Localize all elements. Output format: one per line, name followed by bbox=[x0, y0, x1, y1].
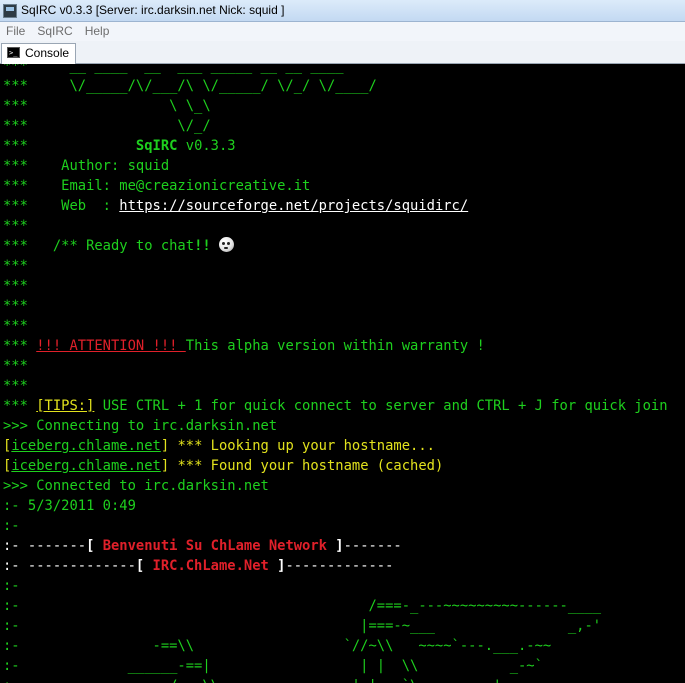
console-text: iceberg.chlame.net bbox=[11, 458, 161, 474]
console-line: *** [TIPS:] USE CTRL + 1 for quick conne… bbox=[3, 396, 668, 416]
console-text: *** bbox=[3, 378, 28, 394]
console-text: ] bbox=[335, 538, 344, 554]
menu-bar: File SqIRC Help bbox=[0, 22, 685, 41]
console-text: *** /** Ready to chat bbox=[3, 238, 195, 254]
console-text: :- 5/3/2011 0:49 bbox=[3, 498, 136, 514]
console-output[interactable]: *** __ ____ '__ ___ _____ __ __ ____ ***… bbox=[0, 64, 685, 683]
console-line: :- bbox=[3, 516, 668, 536]
console-line: :- -------------[ IRC.ChLame.Net ]------… bbox=[3, 556, 668, 576]
console-line: *** bbox=[3, 256, 668, 276]
smiley-icon bbox=[219, 237, 234, 252]
console-text: ] *** Found your hostname (cached) bbox=[160, 458, 444, 474]
console-text: This alpha version within warranty ! bbox=[185, 338, 485, 354]
tab-bar: Console bbox=[0, 41, 685, 64]
console-text: !! bbox=[194, 238, 211, 254]
console-text: USE CTRL + 1 for quick connect to server… bbox=[94, 398, 668, 414]
console-text: :- /===-_---~~~~~~~~~------____ bbox=[3, 598, 602, 614]
console-text: :- |===-~___ _,-' bbox=[3, 618, 602, 634]
console-text: :- -==\\ `//~\\ ~~~~`---.___.-~~ bbox=[3, 638, 552, 654]
console-text: ------------- bbox=[285, 558, 394, 574]
console-text: *** bbox=[3, 218, 28, 234]
console-line: *** bbox=[3, 356, 668, 376]
tab-console-label: Console bbox=[25, 46, 70, 60]
console-line: >>> Connecting to irc.darksin.net bbox=[3, 416, 668, 436]
console-text: *** bbox=[3, 338, 37, 354]
console-text: >>> Connecting to irc.darksin.net bbox=[3, 418, 278, 434]
console-text: *** Email: me@creazionicreative.it bbox=[3, 178, 311, 194]
window-title: SqIRC v0.3.3 [Server: irc.darksin.net Ni… bbox=[21, 3, 285, 17]
console-line: *** \ \_\ bbox=[3, 96, 668, 116]
console-text: !!! ATTENTION !!! bbox=[36, 338, 186, 354]
console-line: :- __--~~~ ,-/-==\\ | | `\ ,' bbox=[3, 676, 668, 683]
console-lines: *** __ ____ '__ ___ _____ __ __ ____ ***… bbox=[3, 64, 668, 683]
console-line: :- |===-~___ _,-' bbox=[3, 616, 668, 636]
console-text: *** bbox=[3, 358, 28, 374]
console-line: :- /===-_---~~~~~~~~~------____ bbox=[3, 596, 668, 616]
console-line: *** bbox=[3, 296, 668, 316]
console-line: *** !!! ATTENTION !!! This alpha version… bbox=[3, 336, 668, 356]
console-text: :- ------- bbox=[3, 538, 87, 554]
console-text: ] *** Looking up your hostname... bbox=[160, 438, 435, 454]
console-text: SqIRC bbox=[135, 138, 178, 154]
console-text: Benvenuti Su ChLame Network bbox=[94, 538, 336, 554]
console-line: >>> Connected to irc.darksin.net bbox=[3, 476, 668, 496]
web-link[interactable]: https://sourceforge.net/projects/squidir… bbox=[119, 198, 468, 214]
menu-file[interactable]: File bbox=[0, 22, 31, 41]
console-line: *** bbox=[3, 376, 668, 396]
console-line: *** Email: me@creazionicreative.it bbox=[3, 176, 668, 196]
console-line: :- ______-==| | | \\ _-~` bbox=[3, 656, 668, 676]
console-text: *** \ \_\ bbox=[3, 98, 211, 114]
tab-console[interactable]: Console bbox=[1, 43, 77, 64]
console-text: *** __ ____ '__ ___ _____ __ __ ____ bbox=[3, 64, 361, 74]
console-line: :- -------[ Benvenuti Su ChLame Network … bbox=[3, 536, 668, 556]
console-text: ------- bbox=[343, 538, 402, 554]
console-line: *** bbox=[3, 276, 668, 296]
console-text: iceberg.chlame.net bbox=[11, 438, 161, 454]
console-text: IRC.ChLame.Net bbox=[144, 558, 278, 574]
console-line: *** Author: squid bbox=[3, 156, 668, 176]
title-bar[interactable]: SqIRC v0.3.3 [Server: irc.darksin.net Ni… bbox=[0, 0, 685, 22]
console-text: *** \/_/ bbox=[3, 118, 211, 134]
console-text: *** Web : bbox=[3, 198, 120, 214]
console-text: *** bbox=[3, 258, 28, 274]
console-text: *** bbox=[3, 318, 28, 334]
console-text: [TIPS:] bbox=[36, 398, 95, 414]
console-line: *** SqIRC v0.3.3 bbox=[3, 136, 668, 156]
console-text: [ bbox=[135, 558, 145, 574]
console-text: :- bbox=[3, 578, 20, 594]
menu-help[interactable]: Help bbox=[79, 22, 116, 41]
console-text: *** bbox=[3, 138, 136, 154]
console-text: *** bbox=[3, 398, 37, 414]
menu-sqirc[interactable]: SqIRC bbox=[31, 22, 78, 41]
console-text: *** bbox=[3, 298, 28, 314]
console-icon bbox=[7, 44, 20, 63]
console-text: *** bbox=[3, 278, 28, 294]
console-text: *** \/_____/\/___/\ \/_____/ \/_/ \/____… bbox=[3, 78, 377, 94]
console-text: :- ______-==| | | \\ _-~` bbox=[3, 658, 543, 674]
console-line: *** bbox=[3, 216, 668, 236]
console-line: :- bbox=[3, 576, 668, 596]
console-line: *** \/_____/\/___/\ \/_____/ \/_/ \/____… bbox=[3, 76, 668, 96]
console-line: *** Web : https://sourceforge.net/projec… bbox=[3, 196, 668, 216]
console-line: [iceberg.chlame.net] *** Looking up your… bbox=[3, 436, 668, 456]
console-line: *** \/_/ bbox=[3, 116, 668, 136]
console-line: [iceberg.chlame.net] *** Found your host… bbox=[3, 456, 668, 476]
console-text: v0.3.3 bbox=[177, 138, 236, 154]
console-text: >>> Connected to irc.darksin.net bbox=[3, 478, 269, 494]
console-line: *** /** Ready to chat!! bbox=[3, 236, 668, 256]
console-text: :- __--~~~ ,-/-==\\ | | `\ ,' bbox=[3, 678, 501, 683]
console-text: :- ------------- bbox=[3, 558, 136, 574]
console-line: *** bbox=[3, 316, 668, 336]
sqirc-window: SqIRC v0.3.3 [Server: irc.darksin.net Ni… bbox=[0, 0, 685, 683]
console-text: *** Author: squid bbox=[3, 158, 170, 174]
console-line: :- -==\\ `//~\\ ~~~~`---.___.-~~ bbox=[3, 636, 668, 656]
console-line: *** __ ____ '__ ___ _____ __ __ ____ bbox=[3, 64, 668, 76]
console-line: :- 5/3/2011 0:49 bbox=[3, 496, 668, 516]
console-text: :- bbox=[3, 518, 20, 534]
app-icon bbox=[3, 4, 17, 18]
